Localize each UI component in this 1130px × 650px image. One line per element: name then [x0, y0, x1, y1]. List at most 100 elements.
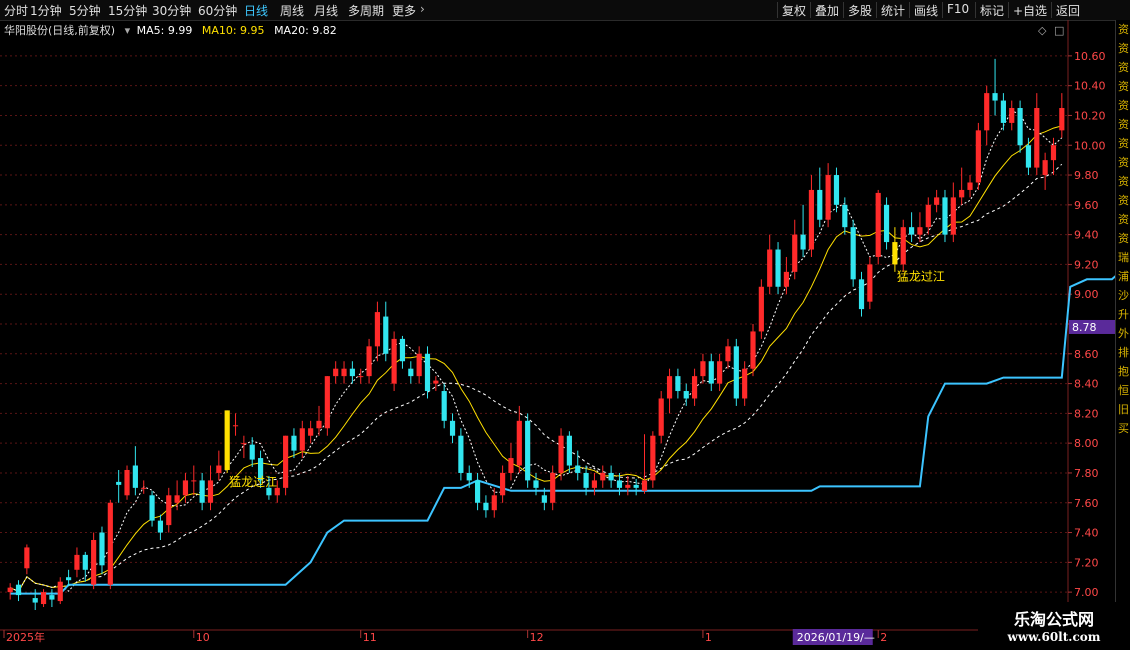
candle-body: [199, 480, 205, 503]
side-char: 外: [1118, 327, 1129, 340]
period-tab-minute[interactable]: 分时: [4, 2, 28, 19]
side-char: 资: [1118, 137, 1129, 150]
candle-body: [625, 484, 631, 488]
period-tab-daily[interactable]: 日线: [244, 2, 268, 19]
side-char: 恒: [1118, 384, 1129, 397]
y-tick-label: 7.40: [1074, 527, 1099, 540]
draw-line-button[interactable]: 画线: [914, 2, 938, 19]
candle-body: [474, 480, 481, 503]
period-tab-more[interactable]: 更多: [392, 2, 416, 19]
candle-body: [883, 204, 890, 243]
candle-body: [57, 581, 63, 602]
candle-body: [182, 480, 189, 496]
candle-body: [959, 189, 965, 198]
side-panel: 资资资资资资资资资资资资瑞浦沙升外排抱恒旧买: [1115, 20, 1130, 612]
candle-body: [283, 435, 289, 488]
support-line: [10, 275, 1115, 595]
adjust-button[interactable]: 复权: [782, 2, 806, 19]
candle-body: [207, 480, 214, 503]
candle-body: [500, 472, 506, 496]
candle-body: [1042, 160, 1048, 176]
f10-button[interactable]: F10: [947, 2, 969, 16]
candle-body: [792, 234, 798, 272]
candle-body: [166, 495, 172, 526]
candle-body: [107, 502, 113, 585]
signal-label: 猛龙过江: [229, 475, 277, 489]
candle-body: [967, 182, 973, 190]
candle-body: [408, 368, 414, 377]
candle-body: [934, 197, 940, 205]
candle-body: [433, 380, 439, 384]
y-tick-label: 7.60: [1074, 497, 1099, 510]
period-tab-30min[interactable]: 30分钟: [152, 2, 191, 19]
period-tab-5min[interactable]: 5分钟: [69, 2, 101, 19]
side-char: 买: [1118, 422, 1129, 435]
side-char: 浦: [1118, 270, 1129, 283]
candle-body: [758, 286, 764, 332]
candle-body: [15, 584, 22, 596]
period-tab-1min[interactable]: 1分钟: [30, 2, 62, 19]
chevron-right-icon[interactable]: ›: [420, 2, 425, 16]
candle-body: [191, 480, 197, 482]
candle-body: [858, 279, 865, 310]
candle-body: [491, 495, 497, 511]
side-char: 资: [1118, 42, 1129, 55]
candle-body: [74, 554, 80, 570]
x-tick-label: 2: [880, 631, 887, 644]
candle-body: [1000, 100, 1006, 123]
candle-body: [892, 242, 898, 265]
candle-body: [658, 398, 664, 436]
candle-body: [975, 130, 981, 183]
candle-body: [825, 175, 831, 220]
candle-body: [1017, 108, 1023, 146]
candle-body: [541, 495, 547, 503]
side-char: 资: [1118, 23, 1129, 36]
candle-body: [750, 331, 756, 369]
y-tick-label: 8.00: [1074, 437, 1099, 450]
candle-body: [316, 420, 322, 429]
y-tick-label: 9.80: [1074, 169, 1099, 182]
candle-body: [508, 458, 514, 473]
statistics-button[interactable]: 统计: [881, 2, 905, 19]
side-char: 资: [1118, 80, 1129, 93]
overlay-button[interactable]: 叠加: [815, 2, 839, 19]
period-tab-weekly[interactable]: 周线: [280, 2, 304, 19]
candle-body: [875, 192, 881, 257]
period-tab-15min[interactable]: 15分钟: [108, 2, 147, 19]
period-tab-monthly[interactable]: 月线: [314, 2, 338, 19]
mark-button[interactable]: 标记: [980, 2, 1004, 19]
candle-body: [666, 376, 673, 399]
period-tab-60min[interactable]: 60分钟: [198, 2, 237, 19]
side-char: 资: [1118, 99, 1129, 112]
candle-body: [650, 435, 656, 481]
period-tab-multi[interactable]: 多周期: [348, 2, 384, 19]
candle-body: [591, 480, 598, 488]
candle-body: [216, 465, 222, 473]
candle-body: [909, 227, 915, 235]
candle-body: [833, 175, 840, 205]
candlestick-chart[interactable]: 10.60 10.40 10.20 10.00 9.80 9.60 9.40 9.20 9.00…: [0, 20, 1115, 650]
candle-body: [516, 420, 522, 466]
candle-body: [341, 368, 347, 377]
add-watchlist-button[interactable]: +自选: [1013, 2, 1047, 19]
candle-body: [224, 410, 230, 470]
candle-body: [116, 481, 122, 485]
candle-body: [783, 271, 789, 287]
candle-body: [691, 376, 698, 399]
candle-body: [99, 532, 105, 566]
candle-body: [558, 435, 564, 473]
candle-body: [533, 480, 539, 488]
side-char: 排: [1118, 346, 1129, 359]
candle-body: [733, 346, 739, 399]
candle-body: [483, 502, 489, 511]
candle-body: [550, 472, 556, 503]
candle-body: [800, 234, 806, 250]
candle-body: [717, 361, 723, 384]
candle-body: [7, 587, 13, 593]
side-char: 资: [1118, 156, 1129, 169]
multi-stock-button[interactable]: 多股: [848, 2, 872, 19]
x-tick-label: 2025年: [6, 630, 45, 644]
candle-body: [308, 428, 314, 436]
back-button[interactable]: 返回: [1056, 2, 1080, 19]
candle-body: [767, 249, 773, 287]
